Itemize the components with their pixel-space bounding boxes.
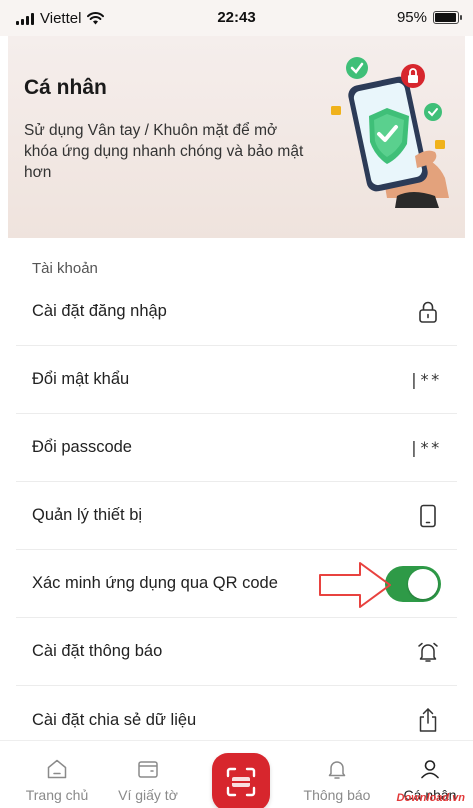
settings-list: Cài đặt đăng nhập Đổi mật khẩu |** Đổi p… (16, 278, 457, 754)
change-password-row[interactable]: Đổi mật khẩu |** (16, 346, 457, 414)
device-management-row[interactable]: Quản lý thiết bị (16, 482, 457, 550)
row-label: Xác minh ứng dụng qua QR code (32, 574, 278, 592)
change-passcode-row[interactable]: Đổi passcode |** (16, 414, 457, 482)
nav-notifications[interactable]: Thông báo (292, 755, 382, 803)
qr-verification-toggle[interactable] (385, 565, 441, 602)
banner-description: Sử dụng Vân tay / Khuôn mặt để mở khóa ứ… (24, 122, 304, 181)
battery-icon (433, 11, 462, 24)
row-label: Cài đặt chia sẻ dữ liệu (32, 710, 197, 729)
home-icon (12, 755, 102, 783)
section-title-account: Tài khoản (32, 260, 98, 277)
nav-home[interactable]: Trang chủ (12, 755, 102, 803)
battery-fill (435, 13, 456, 22)
status-bar: Viettel 22:43 95% (0, 0, 473, 36)
row-label: Đổi passcode (32, 438, 132, 456)
lock-icon (415, 299, 441, 325)
nav-label: Ví giấy tờ (118, 787, 178, 803)
row-label: Cài đặt thông báo (32, 642, 163, 660)
annotation-arrow-icon (319, 562, 391, 608)
scan-button[interactable] (212, 753, 270, 808)
scan-icon (226, 767, 256, 797)
bottom-navigation: Trang chủ Ví giấy tờ Thông báo Cá nhân D… (0, 740, 473, 808)
row-label: Đổi mật khẩu (32, 370, 130, 388)
watermark: Download.vn (396, 792, 465, 804)
device-icon (415, 503, 441, 529)
battery-percent: 95% (396, 9, 427, 26)
password-mask-icon: |** (409, 370, 441, 389)
wallet-icon (103, 755, 193, 783)
share-icon (415, 707, 441, 733)
passcode-mask-icon: |** (409, 438, 441, 457)
status-right: 95% (396, 9, 462, 26)
login-settings-row[interactable]: Cài đặt đăng nhập (16, 278, 457, 346)
row-label: Quản lý thiết bị (32, 506, 143, 524)
notification-settings-row[interactable]: Cài đặt thông báo (16, 618, 457, 686)
toggle-knob (408, 568, 438, 599)
bell-icon (292, 755, 382, 783)
phone-shield-illustration (331, 57, 449, 208)
nav-wallet[interactable]: Ví giấy tờ (103, 755, 193, 803)
nav-label: Trang chủ (25, 787, 89, 803)
alarm-bell-icon (415, 639, 441, 665)
user-icon (385, 755, 473, 783)
row-label: Cài đặt đăng nhập (32, 302, 167, 320)
nav-label: Thông báo (303, 787, 371, 803)
page-title: Cá nhân (24, 76, 107, 99)
profile-banner: Cá nhân Sử dụng Vân tay / Khuôn mặt để m… (8, 36, 465, 238)
